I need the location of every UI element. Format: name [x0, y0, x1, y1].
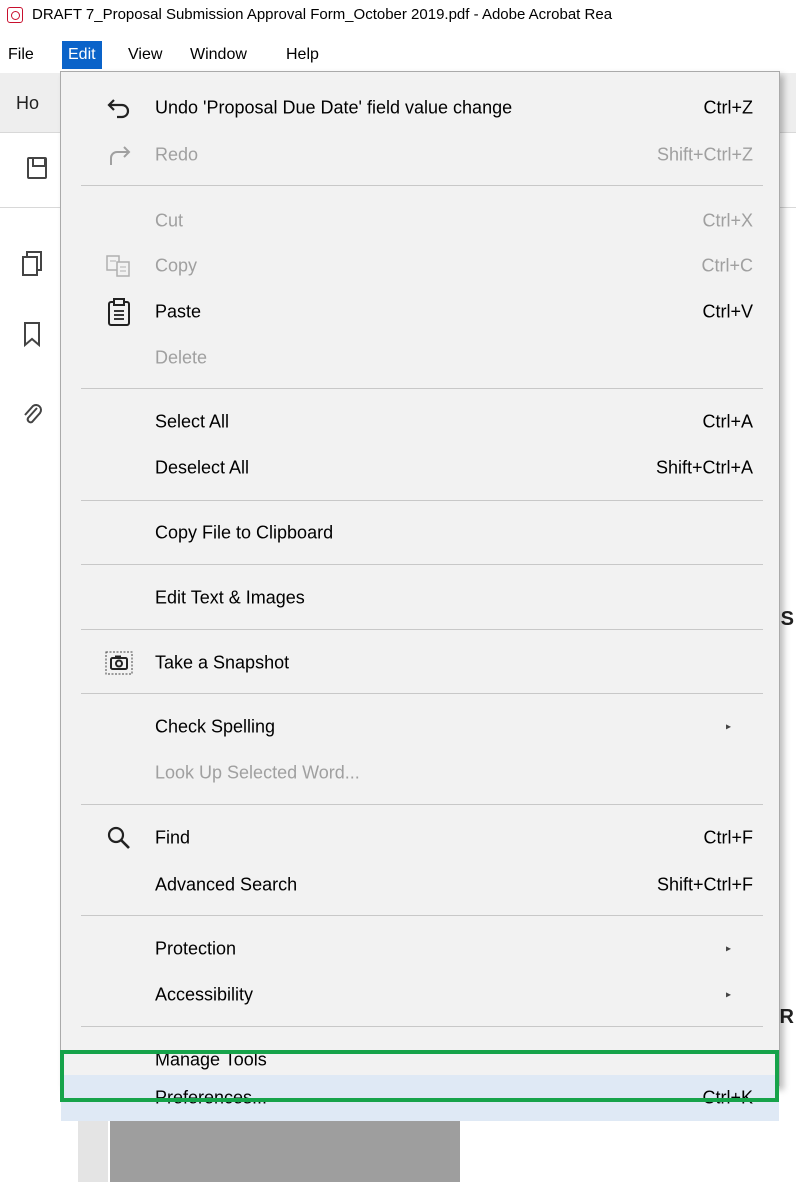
menu-item-protection[interactable]: Protection ▸ — [61, 929, 779, 969]
menu-bar: File Edit View Window Help — [0, 37, 796, 71]
window-title: DRAFT 7_Proposal Submission Approval For… — [32, 6, 613, 23]
title-bar: DRAFT 7_Proposal Submission Approval For… — [0, 0, 796, 30]
menu-item-delete[interactable]: Delete — [61, 338, 779, 378]
menu-separator — [81, 915, 763, 916]
menu-item-copy[interactable]: Copy Ctrl+C — [61, 246, 779, 286]
bookmark-icon[interactable] — [20, 320, 44, 348]
preferences-highlight-box — [60, 1050, 779, 1102]
menu-separator — [81, 388, 763, 389]
menu-separator — [81, 693, 763, 694]
menu-item-take-snapshot[interactable]: Take a Snapshot — [61, 643, 779, 683]
menu-item-paste[interactable]: Paste Ctrl+V — [61, 292, 779, 332]
menu-item-redo[interactable]: Redo Shift+Ctrl+Z — [61, 135, 779, 175]
pages-icon[interactable] — [20, 250, 44, 278]
menu-item-select-all[interactable]: Select All Ctrl+A — [61, 402, 779, 442]
menu-separator — [81, 564, 763, 565]
search-icon — [107, 826, 130, 849]
menu-item-edit-text-images[interactable]: Edit Text & Images — [61, 578, 779, 618]
menu-file[interactable]: File — [2, 41, 40, 69]
menu-item-deselect-all[interactable]: Deselect All Shift+Ctrl+A — [61, 448, 779, 488]
menu-help[interactable]: Help — [280, 41, 325, 69]
menu-edit[interactable]: Edit — [62, 41, 102, 69]
submenu-arrow-icon: ▸ — [725, 989, 731, 1001]
menu-separator — [81, 185, 763, 186]
menu-item-find[interactable]: Find Ctrl+F — [61, 818, 779, 858]
menu-item-look-up-word[interactable]: Look Up Selected Word... — [61, 753, 779, 793]
menu-separator — [81, 1026, 763, 1027]
menu-item-check-spelling[interactable]: Check Spelling ▸ — [61, 707, 779, 747]
undo-icon — [107, 99, 130, 119]
redo-icon — [110, 146, 131, 165]
document-text-fragment: S — [780, 608, 794, 630]
menu-separator — [81, 500, 763, 501]
menu-item-cut[interactable]: Cut Ctrl+X — [61, 201, 779, 241]
document-text-fragment: R — [779, 1006, 794, 1028]
acrobat-app-icon — [7, 7, 23, 23]
menu-window[interactable]: Window — [184, 41, 253, 69]
submenu-arrow-icon: ▸ — [725, 943, 731, 955]
tab-home[interactable]: Ho — [16, 93, 39, 114]
menu-item-accessibility[interactable]: Accessibility ▸ — [61, 975, 779, 1015]
menu-item-advanced-search[interactable]: Advanced Search Shift+Ctrl+F — [61, 865, 779, 905]
save-icon[interactable] — [27, 157, 47, 179]
attachment-icon[interactable] — [20, 400, 44, 428]
submenu-arrow-icon: ▸ — [725, 721, 731, 733]
copy-icon — [106, 255, 130, 277]
clipboard-icon — [108, 298, 130, 326]
menu-item-undo[interactable]: Undo 'Proposal Due Date' field value cha… — [61, 88, 779, 128]
menu-item-copy-file-to-clipboard[interactable]: Copy File to Clipboard — [61, 513, 779, 553]
menu-separator — [81, 804, 763, 805]
edit-menu-dropdown: Undo 'Proposal Due Date' field value cha… — [60, 71, 780, 1121]
menu-view[interactable]: View — [122, 41, 168, 69]
camera-icon — [105, 651, 133, 675]
menu-separator — [81, 629, 763, 630]
